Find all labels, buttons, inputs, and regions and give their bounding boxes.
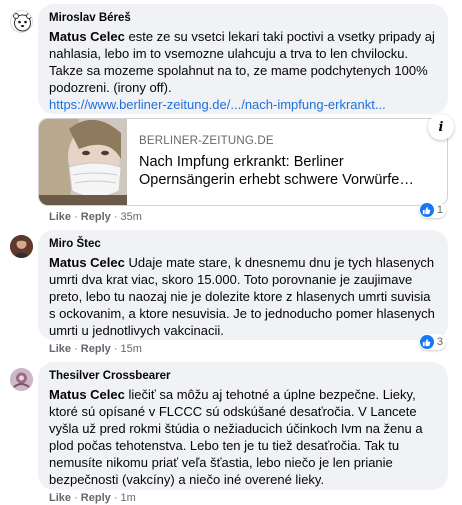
link-preview-card[interactable]: BERLINER-ZEITUNG.DE Nach Impfung erkrank… — [38, 118, 448, 206]
comment-text: Matus Celec este ze su vsetci lekari tak… — [49, 29, 435, 112]
article-link[interactable]: https://www.berliner-zeitung.de/.../nach… — [49, 97, 386, 112]
preview-headline[interactable]: Nach Impfung erkrankt: Berliner Opernsän… — [139, 153, 433, 189]
reaction-count[interactable]: 1 — [418, 202, 446, 218]
reply-link[interactable]: Reply — [81, 211, 111, 223]
mention-link[interactable]: Matus Celec — [49, 387, 125, 402]
comment-time[interactable]: 1m — [121, 492, 136, 504]
comment-text: Matus Celec liečiť sa môžu aj tehotné a … — [49, 387, 423, 487]
thumbs-up-icon — [419, 335, 434, 349]
reaction-number: 3 — [436, 336, 443, 348]
comment-bubble: Thesilver Crossbearer Matus Celec liečiť… — [38, 362, 448, 490]
preview-image — [39, 119, 127, 205]
comment-author[interactable]: Miroslav Béreš — [49, 11, 437, 25]
comment-author[interactable]: Miro Štec — [49, 237, 437, 251]
comment-bubble: Miroslav Béreš Matus Celec este ze su vs… — [38, 4, 448, 114]
comment-time[interactable]: 15m — [121, 343, 142, 355]
like-link[interactable]: Like — [49, 343, 71, 355]
like-link[interactable]: Like — [49, 492, 71, 504]
comment-actions: Like · Reply · 15m — [49, 343, 142, 355]
comment-text: Matus Celec Udaje mate stare, k dnesnemu… — [49, 255, 435, 338]
mention-link[interactable]: Matus Celec — [49, 29, 125, 44]
comment-bubble: Miro Štec Matus Celec Udaje mate stare, … — [38, 230, 448, 340]
reply-link[interactable]: Reply — [81, 492, 111, 504]
avatar[interactable] — [10, 235, 33, 258]
comment-time[interactable]: 35m — [121, 211, 142, 223]
comment-actions: Like · Reply · 35m — [49, 211, 142, 223]
comment-author[interactable]: Thesilver Crossbearer — [49, 369, 437, 383]
avatar[interactable] — [10, 10, 33, 33]
preview-domain: BERLINER-ZEITUNG.DE — [139, 135, 274, 147]
avatar[interactable] — [10, 368, 33, 391]
reaction-number: 1 — [436, 204, 443, 216]
comment-actions: Like · Reply · 1m — [49, 492, 136, 504]
thumbs-up-icon — [419, 203, 434, 217]
info-icon[interactable]: i — [428, 114, 454, 140]
reaction-count[interactable]: 3 — [418, 334, 446, 350]
reply-link[interactable]: Reply — [81, 343, 111, 355]
mention-link[interactable]: Matus Celec — [49, 255, 125, 270]
like-link[interactable]: Like — [49, 211, 71, 223]
